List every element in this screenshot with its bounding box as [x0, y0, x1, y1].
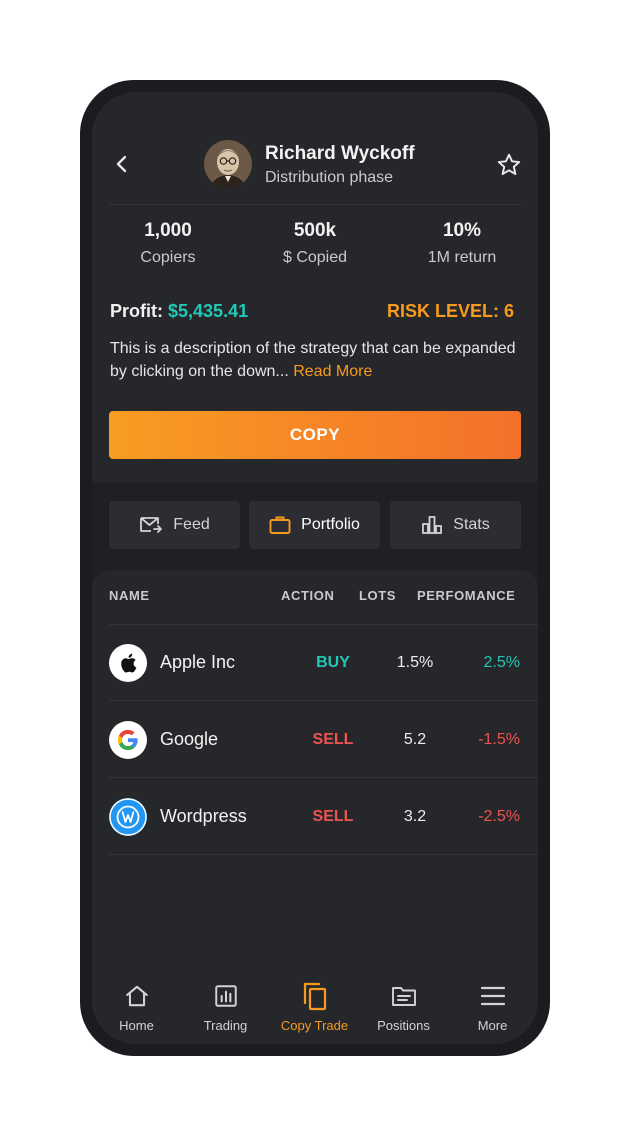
profit-summary: Profit: $5,435.41: [110, 301, 248, 322]
nav-home[interactable]: Home: [92, 966, 181, 1044]
home-icon: [125, 985, 148, 1007]
stat-value: 500k: [293, 220, 337, 241]
mail-forward-icon: [140, 517, 163, 533]
nav-trading[interactable]: Trading: [181, 966, 270, 1044]
header-lots: LOTS: [359, 588, 397, 603]
nav-label: Positions: [377, 1018, 430, 1033]
stat-copiers: 1,000 Copiers: [103, 220, 233, 267]
nav-label: Copy Trade: [280, 1018, 349, 1033]
tab-portfolio[interactable]: Portfolio: [249, 501, 380, 549]
nav-more[interactable]: More: [448, 966, 537, 1044]
nav-label: More: [477, 1018, 508, 1033]
tab-feed[interactable]: Feed: [109, 501, 240, 549]
wordpress-logo-icon: [109, 798, 147, 836]
bar-chart-icon: [422, 516, 443, 534]
profit-value: $5,435.41: [168, 301, 249, 321]
menu-icon: [480, 986, 505, 1006]
trader-header-card: Richard Wyckoff Distribution phase 1,000…: [92, 92, 538, 482]
lots-value: 5.2: [403, 731, 427, 748]
stat-label: Copiers: [140, 249, 196, 266]
performance-value: -2.5%: [478, 808, 520, 825]
tab-label: Stats: [453, 516, 490, 533]
trader-strategy: Distribution phase: [265, 169, 394, 186]
action-badge: SELL: [312, 731, 354, 748]
asset-name: Wordpress: [160, 806, 247, 826]
strategy-description: This is a description of the strategy th…: [110, 337, 520, 383]
stat-value: 10%: [442, 220, 482, 241]
stat-label: 1M return: [427, 249, 497, 266]
tab-label: Portfolio: [301, 516, 360, 533]
copy-icon: [303, 982, 326, 1011]
nav-copy-trade[interactable]: Copy Trade: [270, 966, 359, 1044]
folder-icon: [391, 987, 416, 1006]
header-action: ACTION: [281, 588, 335, 603]
stat-value: 1,000: [144, 220, 192, 241]
apple-logo-icon: [109, 644, 147, 682]
table-row[interactable]: Apple Inc BUY 1.5% 2.5%: [92, 624, 538, 701]
row-divider: [109, 854, 538, 855]
header-performance: PERFOMANCE: [417, 588, 516, 603]
app-screen: Richard Wyckoff Distribution phase 1,000…: [92, 92, 538, 1044]
performance-value: -1.5%: [478, 731, 520, 748]
favorite-button[interactable]: [496, 152, 522, 178]
action-badge: BUY: [316, 654, 350, 671]
bottom-nav: Home Trading Copy Trade Positions More: [92, 966, 538, 1044]
lots-value: 3.2: [403, 808, 427, 825]
back-button[interactable]: [110, 152, 134, 176]
lots-value: 1.5%: [396, 654, 434, 671]
action-badge: SELL: [312, 808, 354, 825]
read-more-link[interactable]: Read More: [293, 363, 372, 380]
asset-name: Apple Inc: [160, 652, 236, 672]
stat-copied: 500k $ Copied: [250, 220, 380, 267]
header-divider: [109, 204, 521, 205]
stat-return: 10% 1M return: [397, 220, 527, 267]
tab-stats[interactable]: Stats: [390, 501, 521, 549]
asset-name: Google: [160, 729, 219, 749]
trader-avatar: [204, 140, 252, 188]
chevron-left-icon: [116, 155, 127, 173]
stat-label: $ Copied: [282, 249, 348, 266]
briefcase-icon: [269, 516, 291, 534]
chart-icon: [214, 985, 237, 1007]
table-row[interactable]: Wordpress SELL 3.2 -2.5%: [92, 778, 538, 855]
profit-label: Profit:: [110, 301, 163, 321]
risk-level: RISK LEVEL: 6: [386, 301, 514, 321]
copy-button[interactable]: COPY: [109, 411, 521, 459]
nav-label: Trading: [203, 1018, 248, 1033]
star-icon: [497, 153, 521, 175]
nav-positions[interactable]: Positions: [359, 966, 448, 1044]
performance-value: 2.5%: [483, 654, 520, 671]
nav-label: Home: [119, 1018, 154, 1033]
google-logo-icon: [109, 721, 147, 759]
header-name: NAME: [109, 588, 150, 603]
tab-label: Feed: [173, 516, 210, 533]
trader-name: Richard Wyckoff: [265, 143, 415, 164]
table-row[interactable]: Google SELL 5.2 -1.5%: [92, 701, 538, 778]
